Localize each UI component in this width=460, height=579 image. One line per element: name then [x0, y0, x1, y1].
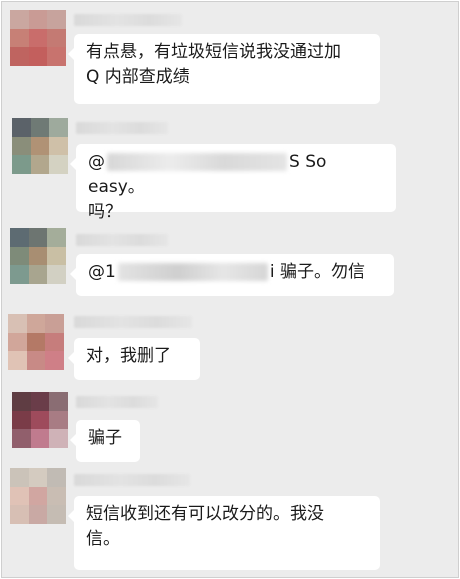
sender-name-redacted	[76, 234, 168, 246]
sender-name-redacted	[76, 122, 168, 134]
message-text-line: 短信收到还有可以改分的。我没	[86, 504, 324, 524]
redacted-mention	[107, 153, 287, 171]
chat-message: 有点悬，有垃圾短信说我没通过加 Q 内部查成绩	[2, 2, 458, 112]
message-text-line: @1 i 骗子。勿信	[88, 260, 382, 285]
message-text-line: @ S So easy。	[88, 150, 384, 200]
chat-message: @1 i 骗子。勿信	[2, 222, 458, 312]
sender-name-redacted	[76, 396, 158, 408]
message-bubble[interactable]: 有点悬，有垃圾短信说我没通过加 Q 内部查成绩	[68, 34, 380, 104]
avatar[interactable]	[12, 392, 68, 448]
chat-message: 短信收到还有可以改分的。我没 信。	[2, 462, 458, 577]
redacted-mention	[117, 263, 268, 281]
avatar[interactable]	[10, 228, 66, 284]
message-text: 对，我删了	[86, 346, 171, 366]
mention-prefix: @	[88, 152, 105, 172]
chat-message: 骗子	[2, 384, 458, 466]
sender-name-redacted	[74, 14, 182, 26]
chat-message: @ S So easy。 吗？	[2, 112, 458, 222]
message-text-line: 有点悬，有垃圾短信说我没通过加	[86, 42, 341, 62]
sender-name-redacted	[74, 316, 192, 328]
message-text-line: 信。	[86, 529, 120, 549]
mention-prefix: @1	[88, 262, 116, 282]
message-text: i 骗子。勿信	[269, 262, 365, 282]
message-bubble[interactable]: 短信收到还有可以改分的。我没 信。	[68, 496, 380, 570]
avatar[interactable]	[12, 118, 68, 174]
avatar[interactable]	[10, 468, 66, 524]
sender-name-redacted	[74, 474, 190, 486]
avatar[interactable]	[8, 314, 64, 370]
avatar[interactable]	[10, 10, 66, 66]
message-text: 骗子	[88, 428, 122, 448]
message-text-line: Q 内部查成绩	[86, 67, 190, 87]
message-bubble[interactable]: 骗子	[70, 420, 140, 462]
message-bubble[interactable]: @1 i 骗子。勿信	[70, 254, 394, 296]
chat-window: 有点悬，有垃圾短信说我没通过加 Q 内部查成绩 @S So easy。 吗？	[1, 1, 459, 578]
message-bubble[interactable]: 对，我删了	[68, 338, 200, 380]
message-bubble[interactable]: @ S So easy。 吗？	[70, 144, 396, 222]
chat-message: 对，我删了	[2, 306, 458, 386]
